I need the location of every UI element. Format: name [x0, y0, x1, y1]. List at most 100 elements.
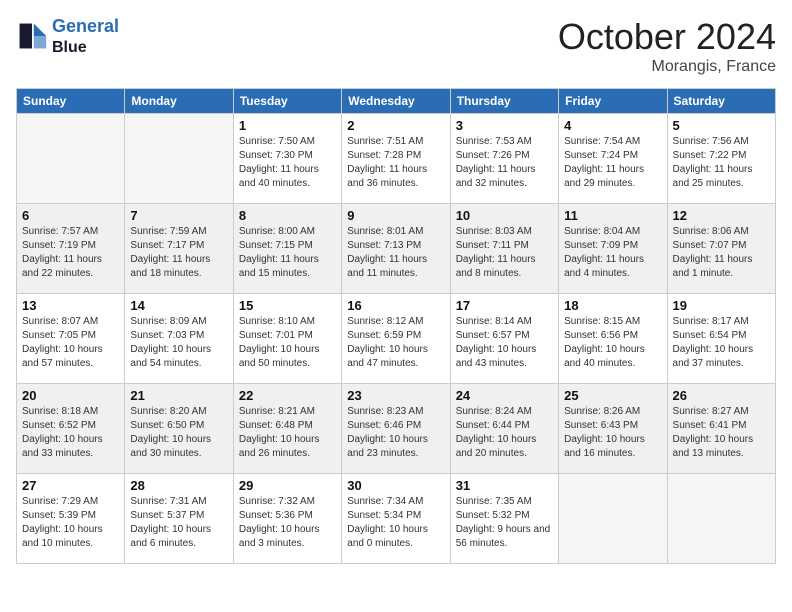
calendar-cell: 18 Sunrise: 8:15 AMSunset: 6:56 PMDayligh…	[559, 294, 667, 384]
day-info: Sunrise: 7:56 AMSunset: 7:22 PMDaylight:…	[673, 135, 770, 191]
day-info: Sunrise: 8:07 AMSunset: 7:05 PMDaylight:…	[22, 315, 119, 371]
day-number: 5	[673, 118, 770, 133]
day-number: 7	[130, 208, 227, 223]
calendar-cell: 14 Sunrise: 8:09 AMSunset: 7:03 PMDayligh…	[125, 294, 233, 384]
day-info: Sunrise: 8:01 AMSunset: 7:13 PMDaylight:…	[347, 225, 444, 281]
day-info: Sunrise: 7:51 AMSunset: 7:28 PMDaylight:…	[347, 135, 444, 191]
calendar-cell: 3 Sunrise: 7:53 AMSunset: 7:26 PMDaylight…	[450, 114, 558, 204]
weekday-header-thursday: Thursday	[450, 89, 558, 114]
weekday-header-sunday: Sunday	[17, 89, 125, 114]
day-info: Sunrise: 8:14 AMSunset: 6:57 PMDaylight:…	[456, 315, 553, 371]
weekday-header-monday: Monday	[125, 89, 233, 114]
calendar-cell: 24 Sunrise: 8:24 AMSunset: 6:44 PMDayligh…	[450, 384, 558, 474]
calendar-cell: 26 Sunrise: 8:27 AMSunset: 6:41 PMDayligh…	[667, 384, 775, 474]
day-number: 22	[239, 388, 336, 403]
calendar-cell: 23 Sunrise: 8:23 AMSunset: 6:46 PMDayligh…	[342, 384, 450, 474]
day-info: Sunrise: 8:12 AMSunset: 6:59 PMDaylight:…	[347, 315, 444, 371]
weekday-header-wednesday: Wednesday	[342, 89, 450, 114]
day-info: Sunrise: 7:54 AMSunset: 7:24 PMDaylight:…	[564, 135, 661, 191]
calendar-cell	[559, 474, 667, 564]
calendar-cell: 31 Sunrise: 7:35 AMSunset: 5:32 PMDayligh…	[450, 474, 558, 564]
day-number: 11	[564, 208, 661, 223]
weekday-header-friday: Friday	[559, 89, 667, 114]
day-info: Sunrise: 8:04 AMSunset: 7:09 PMDaylight:…	[564, 225, 661, 281]
calendar: SundayMondayTuesdayWednesdayThursdayFrid…	[16, 88, 776, 564]
day-number: 3	[456, 118, 553, 133]
weekday-header-row: SundayMondayTuesdayWednesdayThursdayFrid…	[17, 89, 776, 114]
logo-blue: Blue	[52, 38, 119, 57]
day-info: Sunrise: 7:29 AMSunset: 5:39 PMDaylight:…	[22, 495, 119, 551]
calendar-cell: 19 Sunrise: 8:17 AMSunset: 6:54 PMDayligh…	[667, 294, 775, 384]
day-info: Sunrise: 8:23 AMSunset: 6:46 PMDaylight:…	[347, 405, 444, 461]
day-info: Sunrise: 8:03 AMSunset: 7:11 PMDaylight:…	[456, 225, 553, 281]
day-number: 8	[239, 208, 336, 223]
calendar-cell	[17, 114, 125, 204]
logo: General Blue	[16, 16, 119, 57]
day-number: 1	[239, 118, 336, 133]
day-number: 17	[456, 298, 553, 313]
day-info: Sunrise: 8:26 AMSunset: 6:43 PMDaylight:…	[564, 405, 661, 461]
calendar-cell: 9Sunrise: 8:01 AMSunset: 7:13 PMDaylight…	[342, 204, 450, 294]
day-number: 12	[673, 208, 770, 223]
day-number: 25	[564, 388, 661, 403]
calendar-cell: 8 Sunrise: 8:00 AMSunset: 7:15 PMDaylight…	[233, 204, 341, 294]
logo-icon	[16, 20, 48, 52]
calendar-cell: 27 Sunrise: 7:29 AMSunset: 5:39 PMDayligh…	[17, 474, 125, 564]
day-number: 20	[22, 388, 119, 403]
calendar-week-2: 6 Sunrise: 7:57 AMSunset: 7:19 PMDaylight…	[17, 204, 776, 294]
day-number: 18	[564, 298, 661, 313]
day-info: Sunrise: 7:34 AMSunset: 5:34 PMDaylight:…	[347, 495, 444, 551]
day-info: Sunrise: 7:57 AMSunset: 7:19 PMDaylight:…	[22, 225, 119, 281]
logo-text: General Blue	[52, 16, 119, 57]
day-number: 28	[130, 478, 227, 493]
day-info: Sunrise: 8:21 AMSunset: 6:48 PMDaylight:…	[239, 405, 336, 461]
day-info: Sunrise: 8:27 AMSunset: 6:41 PMDaylight:…	[673, 405, 770, 461]
day-info: Sunrise: 8:15 AMSunset: 6:56 PMDaylight:…	[564, 315, 661, 371]
day-number: 13	[22, 298, 119, 313]
calendar-cell: 20Sunrise: 8:18 AMSunset: 6:52 PMDayligh…	[17, 384, 125, 474]
day-info: Sunrise: 8:17 AMSunset: 6:54 PMDaylight:…	[673, 315, 770, 371]
day-info: Sunrise: 7:32 AMSunset: 5:36 PMDaylight:…	[239, 495, 336, 551]
day-info: Sunrise: 8:06 AMSunset: 7:07 PMDaylight:…	[673, 225, 770, 281]
calendar-week-1: 1Sunrise: 7:50 AMSunset: 7:30 PMDaylight…	[17, 114, 776, 204]
calendar-cell	[667, 474, 775, 564]
day-number: 24	[456, 388, 553, 403]
logo-general: General	[52, 16, 119, 36]
calendar-week-3: 13 Sunrise: 8:07 AMSunset: 7:05 PMDayligh…	[17, 294, 776, 384]
calendar-cell: 10Sunrise: 8:03 AMSunset: 7:11 PMDayligh…	[450, 204, 558, 294]
calendar-cell: 22 Sunrise: 8:21 AMSunset: 6:48 PMDayligh…	[233, 384, 341, 474]
calendar-cell	[125, 114, 233, 204]
day-number: 23	[347, 388, 444, 403]
day-number: 31	[456, 478, 553, 493]
calendar-cell: 4 Sunrise: 7:54 AMSunset: 7:24 PMDaylight…	[559, 114, 667, 204]
month-title: October 2024	[558, 16, 776, 58]
day-info: Sunrise: 8:24 AMSunset: 6:44 PMDaylight:…	[456, 405, 553, 461]
day-info: Sunrise: 8:00 AMSunset: 7:15 PMDaylight:…	[239, 225, 336, 281]
day-number: 21	[130, 388, 227, 403]
day-number: 16	[347, 298, 444, 313]
day-info: Sunrise: 7:35 AMSunset: 5:32 PMDaylight:…	[456, 495, 553, 551]
title-block: October 2024 Morangis, France	[558, 16, 776, 76]
weekday-header-saturday: Saturday	[667, 89, 775, 114]
calendar-cell: 28Sunrise: 7:31 AMSunset: 5:37 PMDayligh…	[125, 474, 233, 564]
day-number: 27	[22, 478, 119, 493]
day-number: 15	[239, 298, 336, 313]
day-number: 6	[22, 208, 119, 223]
calendar-cell: 2Sunrise: 7:51 AMSunset: 7:28 PMDaylight…	[342, 114, 450, 204]
page-header: General Blue October 2024 Morangis, Fran…	[16, 16, 776, 76]
calendar-cell: 29Sunrise: 7:32 AMSunset: 5:36 PMDayligh…	[233, 474, 341, 564]
calendar-cell: 7Sunrise: 7:59 AMSunset: 7:17 PMDaylight…	[125, 204, 233, 294]
day-number: 19	[673, 298, 770, 313]
calendar-cell: 5 Sunrise: 7:56 AMSunset: 7:22 PMDaylight…	[667, 114, 775, 204]
calendar-cell: 1Sunrise: 7:50 AMSunset: 7:30 PMDaylight…	[233, 114, 341, 204]
day-info: Sunrise: 8:20 AMSunset: 6:50 PMDaylight:…	[130, 405, 227, 461]
day-number: 4	[564, 118, 661, 133]
day-number: 26	[673, 388, 770, 403]
calendar-cell: 21 Sunrise: 8:20 AMSunset: 6:50 PMDayligh…	[125, 384, 233, 474]
calendar-cell: 30Sunrise: 7:34 AMSunset: 5:34 PMDayligh…	[342, 474, 450, 564]
day-info: Sunrise: 8:09 AMSunset: 7:03 PMDaylight:…	[130, 315, 227, 371]
weekday-header-tuesday: Tuesday	[233, 89, 341, 114]
day-number: 14	[130, 298, 227, 313]
calendar-cell: 12 Sunrise: 8:06 AMSunset: 7:07 PMDayligh…	[667, 204, 775, 294]
day-info: Sunrise: 7:53 AMSunset: 7:26 PMDaylight:…	[456, 135, 553, 191]
